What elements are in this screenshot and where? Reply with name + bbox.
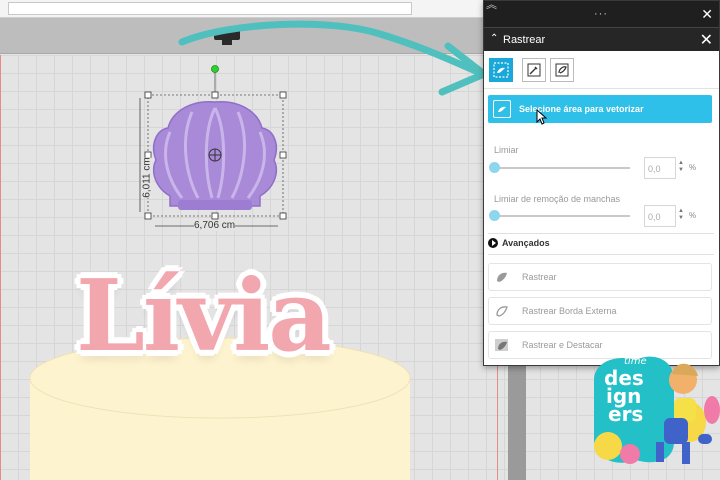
trace-outer-edge-icon (493, 302, 511, 320)
eyedropper-icon (527, 63, 541, 77)
outline-icon (555, 63, 569, 77)
threshold-label: Limiar (494, 145, 519, 155)
expand-arrow-icon (488, 238, 498, 248)
trace-outer-edge-button[interactable]: Rastrear Borda Externa (488, 297, 712, 325)
divider (488, 233, 714, 234)
close-icon[interactable]: ✕ (701, 6, 713, 23)
canvas-scroll-strip[interactable] (508, 360, 526, 480)
stain-removal-slider-thumb[interactable] (489, 210, 500, 221)
trace-and-detach-label: Rastrear e Destacar (522, 340, 603, 350)
chevron-up-icon[interactable]: ⌃ (490, 33, 498, 44)
threshold-unit: % (689, 163, 697, 172)
select-area-icon (493, 100, 511, 118)
name-text[interactable]: Lívia (76, 262, 332, 372)
logo-text-ers: ers (608, 402, 644, 426)
close-panel-icon[interactable]: ✕ (700, 30, 713, 50)
stain-removal-input[interactable]: 0,0 (644, 205, 676, 227)
stain-removal-label: Limiar de remoção de manchas (494, 194, 621, 204)
select-area-button[interactable]: Selecione área para vetorizar (488, 95, 712, 123)
eyedropper-tool[interactable] (522, 58, 546, 82)
ruler-handle[interactable] (214, 30, 240, 45)
trace-outer-edge-label: Rastrear Borda Externa (522, 306, 617, 316)
trace-and-detach-icon (493, 336, 511, 354)
threshold-slider-thumb[interactable] (489, 162, 500, 173)
collapse-up-icon[interactable]: ︽ (486, 0, 497, 11)
width-dimension-label: 6,706 cm (194, 220, 236, 231)
trace-select-icon (493, 62, 509, 78)
grip-icon[interactable]: ··· (594, 8, 608, 20)
trace-label: Rastrear (522, 272, 557, 282)
advanced-toggle[interactable]: Avançados (488, 238, 550, 248)
trace-icon (493, 268, 511, 286)
threshold-stepper[interactable]: ▲ ▼ (678, 160, 684, 174)
panel-header[interactable]: ⌃ Rastrear ✕ (484, 27, 719, 51)
trace-tools (484, 51, 719, 89)
outline-trace-tool[interactable] (550, 58, 574, 82)
stain-removal-unit: % (689, 211, 697, 220)
trace-button[interactable]: Rastrear (488, 263, 712, 291)
page-edge-left (0, 55, 1, 480)
stain-removal-stepper[interactable]: ▲ ▼ (678, 208, 684, 222)
top-field[interactable] (8, 2, 412, 15)
advanced-label: Avançados (502, 238, 550, 248)
panel-drag-bar[interactable]: ︽ ··· ✕ (484, 0, 719, 27)
trace-panel: ︽ ··· ✕ ⌃ Rastrear ✕ Selecione área para… (483, 0, 720, 366)
select-trace-tool[interactable] (489, 58, 513, 82)
threshold-slider[interactable] (489, 162, 630, 173)
divider (488, 254, 714, 255)
height-dimension-label: 6,011 cm (141, 157, 153, 198)
panel-title: Rastrear (503, 34, 546, 46)
threshold-input[interactable]: 0,0 (644, 157, 676, 179)
stain-removal-slider[interactable] (489, 210, 630, 221)
time-designers-logo: time des ign ers (586, 350, 720, 480)
mouse-cursor-icon (536, 109, 548, 125)
